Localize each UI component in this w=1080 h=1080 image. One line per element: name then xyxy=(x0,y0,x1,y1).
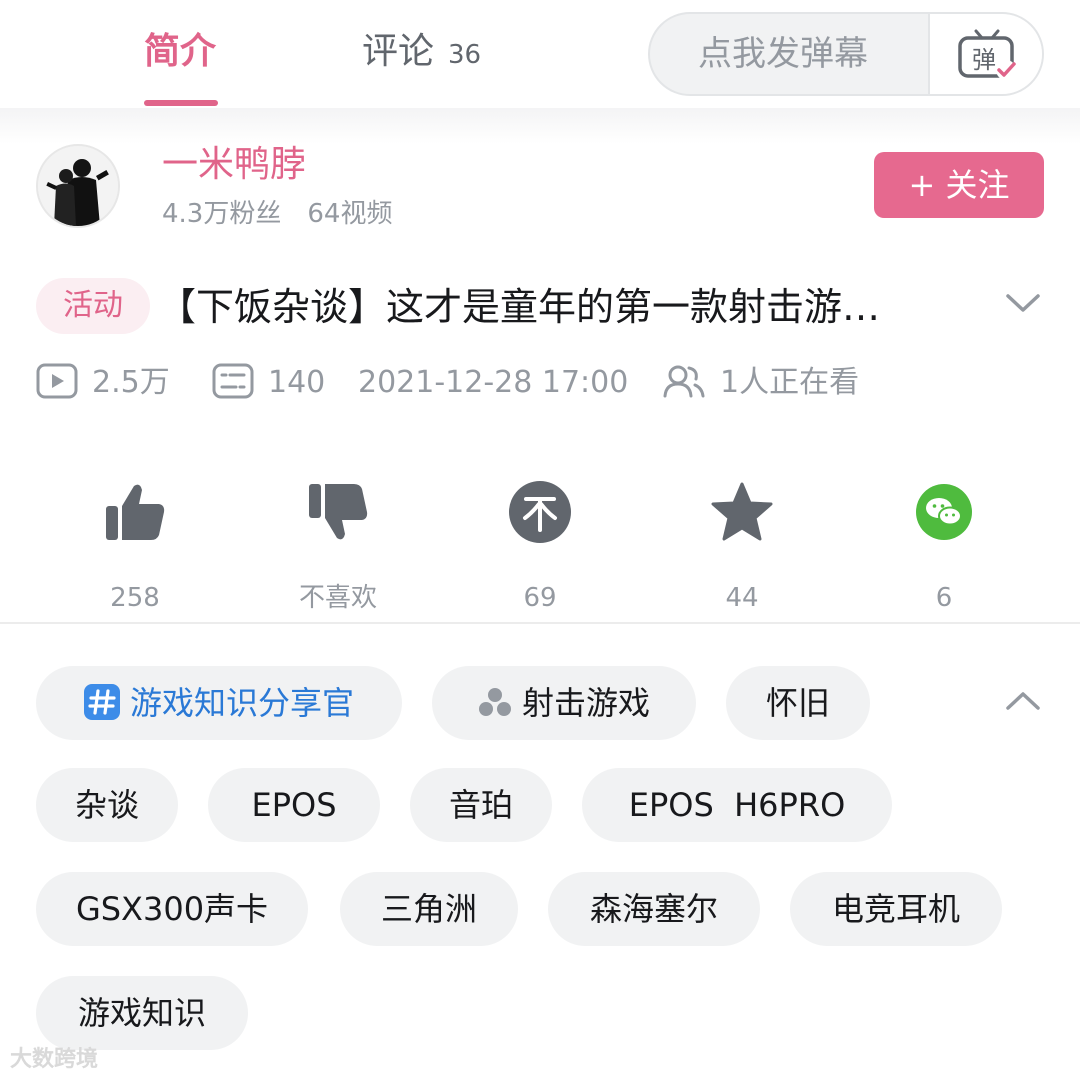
danmaku-send-icon: 弹 xyxy=(958,29,1016,80)
danmaku-count-value: 140 xyxy=(268,365,326,400)
dislike-button[interactable]: 不喜欢 xyxy=(238,474,438,616)
watching-icon xyxy=(663,365,705,397)
follow-button[interactable]: + 关注 xyxy=(874,152,1044,218)
thumbs-down-icon xyxy=(309,484,368,540)
share-count: 6 xyxy=(935,583,953,613)
top-tab-bar: 简介 评论 36 点我发弹幕 弹 xyxy=(0,0,1080,108)
dislike-label: 不喜欢 xyxy=(298,583,377,613)
uploader-name[interactable]: 一米鸭脖 xyxy=(162,142,306,188)
tab-comments[interactable]: 评论 36 xyxy=(362,22,481,82)
tag-item[interactable]: 三角洲 xyxy=(340,872,518,946)
coin-icon xyxy=(509,481,571,543)
tag-item[interactable]: 电竞耳机 xyxy=(790,872,1002,946)
activity-badge[interactable]: 活动 xyxy=(36,278,150,334)
tag-item[interactable]: 游戏知识 xyxy=(36,976,248,1050)
view-count: 2.5万 xyxy=(36,360,170,406)
star-icon xyxy=(711,482,773,541)
wechat-icon xyxy=(916,484,972,540)
danmaku-input[interactable]: 点我发弹幕 弹 xyxy=(648,12,1044,96)
tag-category[interactable]: 射击游戏 xyxy=(432,666,696,740)
header-shadow xyxy=(0,108,1080,144)
watermark: 大数跨境 xyxy=(10,1047,99,1072)
tab-active-indicator xyxy=(144,100,218,106)
favorite-count: 44 xyxy=(725,583,759,613)
like-button[interactable]: 258 xyxy=(35,474,235,616)
view-count-value: 2.5万 xyxy=(92,365,170,400)
hashtag-icon xyxy=(83,684,120,720)
comments-count: 36 xyxy=(448,40,482,70)
tag-item[interactable]: EPOS xyxy=(208,768,380,842)
tag-item[interactable]: 森海塞尔 xyxy=(548,872,760,946)
tab-comments-label: 评论 xyxy=(362,31,435,72)
like-count: 258 xyxy=(110,583,160,613)
coin-count: 69 xyxy=(523,583,557,613)
danmaku-count: 140 xyxy=(212,360,325,406)
chevron-up-icon[interactable] xyxy=(1004,688,1042,714)
tag-item[interactable]: 怀旧 xyxy=(726,666,870,740)
tag-topic[interactable]: 游戏知识分享官 xyxy=(36,666,402,740)
avatar[interactable] xyxy=(36,144,120,228)
coin-button[interactable]: 69 xyxy=(440,474,640,616)
section-divider xyxy=(0,622,1080,624)
thumbs-up-icon xyxy=(106,484,165,540)
favorite-button[interactable]: 44 xyxy=(642,474,842,616)
uploader-fans: 4.3万粉丝 xyxy=(162,199,282,229)
tag-label: 射击游戏 xyxy=(521,684,650,722)
share-button[interactable]: 6 xyxy=(844,474,1044,616)
category-icon xyxy=(478,688,511,716)
tag-label: 游戏知识分享官 xyxy=(129,684,354,722)
uploader-videos: 64视频 xyxy=(307,199,393,229)
tag-item[interactable]: GSX300声卡 xyxy=(36,872,308,946)
danmaku-placeholder[interactable]: 点我发弹幕 xyxy=(698,14,868,94)
chevron-down-icon[interactable] xyxy=(1004,290,1042,316)
watching-now: 1人正在看 xyxy=(662,360,859,406)
danmaku-count-icon xyxy=(212,363,254,398)
tag-item[interactable]: 音珀 xyxy=(410,768,552,842)
play-count-icon xyxy=(36,363,78,398)
video-title[interactable]: 【下饭杂谈】这才是童年的第一款射击游… xyxy=(158,280,988,334)
tag-item[interactable]: 杂谈 xyxy=(36,768,178,842)
tag-item[interactable]: EPOS H6PRO xyxy=(582,768,892,842)
avatar-image xyxy=(38,146,118,226)
uploader-stats: 4.3万粉丝 64视频 xyxy=(162,196,392,232)
danmaku-button-label: 弹 xyxy=(972,46,996,74)
tab-intro[interactable]: 简介 xyxy=(144,22,216,82)
watching-value: 1人正在看 xyxy=(720,365,860,400)
publish-date: 2021-12-28 17:00 xyxy=(358,365,629,400)
danmaku-send-button[interactable]: 弹 xyxy=(928,14,1042,94)
